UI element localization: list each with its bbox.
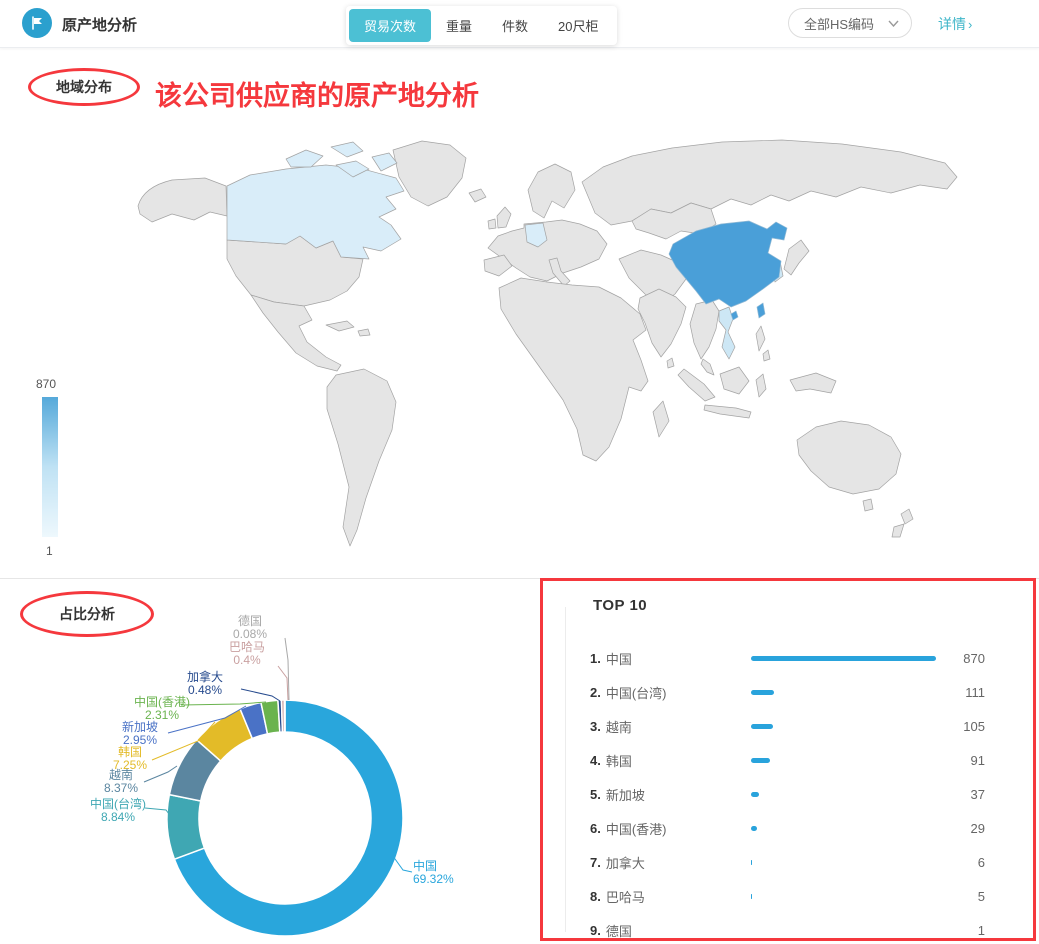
top10-country: 巴哈马 <box>606 887 751 906</box>
tab-weight[interactable]: 重量 <box>431 9 487 42</box>
chevron-down-icon <box>888 20 899 27</box>
top10-country: 韩国 <box>606 751 751 770</box>
top10-country: 德国 <box>606 921 751 940</box>
top10-value: 91 <box>937 753 985 768</box>
origin-analysis-page: 原产地分析 贸易次数 重量 件数 20尺柜 全部HS编码 详情› 地域分布 该公… <box>0 0 1039 944</box>
top10-value: 29 <box>937 821 985 836</box>
top10-title: TOP 10 <box>593 597 647 614</box>
chevron-right-icon: › <box>968 17 972 32</box>
top10-rank: 4. <box>590 753 601 768</box>
top10-rank: 9. <box>590 923 601 938</box>
leader-line-germany <box>285 638 289 700</box>
top10-value: 6 <box>937 855 985 870</box>
page-title: 原产地分析 <box>62 14 137 35</box>
map-section-label-highlight: 地域分布 <box>28 68 140 106</box>
map-region-china <box>669 221 787 307</box>
leader-line-vietnam <box>144 766 177 782</box>
tab-20ft-container[interactable]: 20尺柜 <box>543 9 613 42</box>
pie-label-singapore: 新加坡2.95% <box>122 721 158 747</box>
top10-value: 870 <box>937 651 985 666</box>
top10-bar <box>751 860 753 865</box>
top10-country: 中国 <box>606 649 751 668</box>
top10-row: 4. 韩国 91 <box>543 743 1033 777</box>
pie-label-germany: 德国0.08% <box>233 615 267 641</box>
top10-country: 新加坡 <box>606 785 751 804</box>
top10-bar <box>751 792 759 797</box>
metric-tab-bar: 贸易次数 重量 件数 20尺柜 <box>346 6 617 45</box>
top10-row: 7. 加拿大 6 <box>543 845 1033 879</box>
top10-row: 3. 越南 105 <box>543 709 1033 743</box>
top10-rank: 5. <box>590 787 601 802</box>
pie-label-vietnam: 越南8.37% <box>104 769 138 795</box>
top10-bar-track <box>751 724 937 729</box>
leader-line-bahamas <box>278 666 288 700</box>
top10-value: 1 <box>937 923 985 938</box>
leader-line-taiwan <box>145 808 169 814</box>
top10-bar-track <box>751 758 937 763</box>
map-scale-max: 870 <box>36 377 56 391</box>
top10-rank: 2. <box>590 685 601 700</box>
top10-bar-track <box>751 826 937 831</box>
pie-label-hongkong: 中国(香港)2.31% <box>134 696 190 722</box>
detail-link[interactable]: 详情› <box>938 14 972 34</box>
top10-country: 越南 <box>606 717 751 736</box>
top10-value: 105 <box>937 719 985 734</box>
top10-country: 加拿大 <box>606 853 751 872</box>
top10-value: 111 <box>937 685 985 700</box>
top10-value: 5 <box>937 889 985 904</box>
top10-bar <box>751 656 936 661</box>
top10-row: 6. 中国(香港) 29 <box>543 811 1033 845</box>
top10-rows: 1. 中国 870 2. 中国(台湾) 111 3. 越南 105 4. 韩国 91 5. 新加坡 37 6.… <box>543 641 1033 941</box>
top10-bar <box>751 758 770 763</box>
top10-bar <box>751 724 773 729</box>
top10-row: 1. 中国 870 <box>543 641 1033 675</box>
top10-row: 5. 新加坡 37 <box>543 777 1033 811</box>
top10-bar-track <box>751 860 937 865</box>
top10-panel: TOP 10 1. 中国 870 2. 中国(台湾) 111 3. 越南 105 4. 韩国 91 5.… <box>540 578 1036 941</box>
map-section-label: 地域分布 <box>56 77 112 97</box>
top10-bar <box>751 826 757 831</box>
top10-bar-track <box>751 656 937 661</box>
world-map[interactable] <box>100 128 960 565</box>
top10-bar-track <box>751 894 937 899</box>
top10-rank: 6. <box>590 821 601 836</box>
top10-rank: 8. <box>590 889 601 904</box>
top10-bar-track <box>751 792 937 797</box>
top10-row: 9. 德国 1 <box>543 913 1033 941</box>
tab-pieces[interactable]: 件数 <box>487 9 543 42</box>
map-region-taiwan <box>757 303 765 318</box>
leader-line-canada <box>241 689 280 701</box>
top10-rank: 3. <box>590 719 601 734</box>
top10-bar-track <box>751 690 937 695</box>
pie-label-bahamas: 巴哈马0.4% <box>229 641 265 667</box>
pie-slice[interactable] <box>284 700 285 732</box>
detail-link-label: 详情 <box>938 16 966 32</box>
tab-trade-count[interactable]: 贸易次数 <box>349 9 431 42</box>
red-annotation-text: 该公司供应商的原产地分析 <box>155 74 479 113</box>
hs-code-dropdown[interactable]: 全部HS编码 <box>788 8 912 38</box>
top10-value: 37 <box>937 787 985 802</box>
map-color-scale <box>42 397 58 537</box>
top10-row: 2. 中国(台湾) 111 <box>543 675 1033 709</box>
top10-rank: 7. <box>590 855 601 870</box>
hs-code-dropdown-value: 全部HS编码 <box>804 14 874 33</box>
top10-rank: 1. <box>590 651 601 666</box>
pie-slice[interactable] <box>167 795 204 860</box>
map-scale-min: 1 <box>46 544 53 558</box>
top10-bar <box>751 690 775 695</box>
top10-country: 中国(台湾) <box>606 683 751 702</box>
pie-label-taiwan: 中国(台湾)8.84% <box>90 798 146 824</box>
header-bar: 原产地分析 贸易次数 重量 件数 20尺柜 全部HS编码 详情› <box>0 0 1039 48</box>
flag-icon <box>22 8 52 38</box>
top10-bar-track <box>751 928 937 933</box>
top10-row: 8. 巴哈马 5 <box>543 879 1033 913</box>
pie-label-china: 中国69.32% <box>413 860 454 886</box>
top10-bar <box>751 894 753 899</box>
top10-country: 中国(香港) <box>606 819 751 838</box>
pie-label-canada: 加拿大0.48% <box>187 671 223 697</box>
